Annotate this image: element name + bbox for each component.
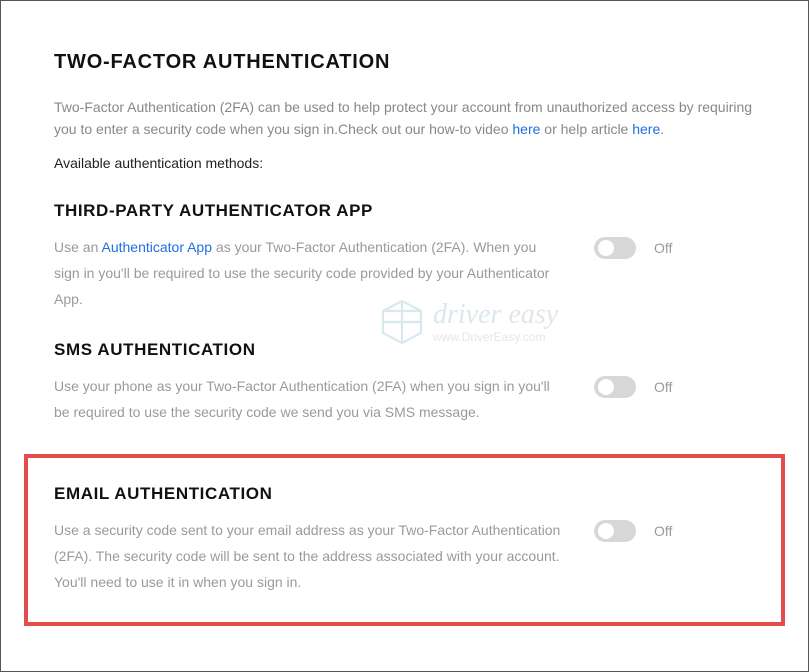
sms-toggle-wrap: Off bbox=[594, 374, 672, 398]
section-sms: SMS AUTHENTICATION Use your phone as you… bbox=[54, 340, 755, 454]
available-methods-label: Available authentication methods: bbox=[54, 155, 755, 171]
toggle-knob-icon bbox=[598, 379, 614, 395]
sms-text: Use your phone as your Two-Factor Authen… bbox=[54, 374, 564, 426]
email-title: EMAIL AUTHENTICATION bbox=[54, 484, 755, 504]
howto-video-link[interactable]: here bbox=[512, 121, 540, 137]
help-article-link[interactable]: here bbox=[632, 121, 660, 137]
sms-body: Use your phone as your Two-Factor Authen… bbox=[54, 374, 755, 426]
sms-toggle[interactable] bbox=[594, 376, 636, 398]
email-text: Use a security code sent to your email a… bbox=[54, 518, 564, 596]
email-toggle[interactable] bbox=[594, 520, 636, 542]
toggle-knob-icon bbox=[598, 240, 614, 256]
thirdparty-body: Use an Authenticator App as your Two-Fac… bbox=[54, 235, 755, 313]
section-thirdparty: THIRD-PARTY AUTHENTICATOR APP Use an Aut… bbox=[54, 201, 755, 341]
settings-panel: TWO-FACTOR AUTHENTICATION Two-Factor Aut… bbox=[0, 0, 809, 672]
email-toggle-wrap: Off bbox=[594, 518, 672, 542]
thirdparty-toggle-wrap: Off bbox=[594, 235, 672, 259]
sms-toggle-label: Off bbox=[654, 379, 672, 395]
thirdparty-text: Use an Authenticator App as your Two-Fac… bbox=[54, 235, 564, 313]
toggle-knob-icon bbox=[598, 523, 614, 539]
thirdparty-title: THIRD-PARTY AUTHENTICATOR APP bbox=[54, 201, 755, 221]
section-email: EMAIL AUTHENTICATION Use a security code… bbox=[24, 454, 785, 626]
email-toggle-label: Off bbox=[654, 523, 672, 539]
email-body: Use a security code sent to your email a… bbox=[54, 518, 755, 596]
page-title: TWO-FACTOR AUTHENTICATION bbox=[54, 51, 755, 74]
thirdparty-toggle[interactable] bbox=[594, 237, 636, 259]
authenticator-app-link[interactable]: Authenticator App bbox=[101, 239, 212, 255]
desc-text-2: or help article bbox=[540, 121, 632, 137]
page-description: Two-Factor Authentication (2FA) can be u… bbox=[54, 96, 755, 141]
desc-text-3: . bbox=[660, 121, 664, 137]
thirdparty-toggle-label: Off bbox=[654, 240, 672, 256]
thirdparty-text-1: Use an bbox=[54, 239, 101, 255]
sms-title: SMS AUTHENTICATION bbox=[54, 340, 755, 360]
